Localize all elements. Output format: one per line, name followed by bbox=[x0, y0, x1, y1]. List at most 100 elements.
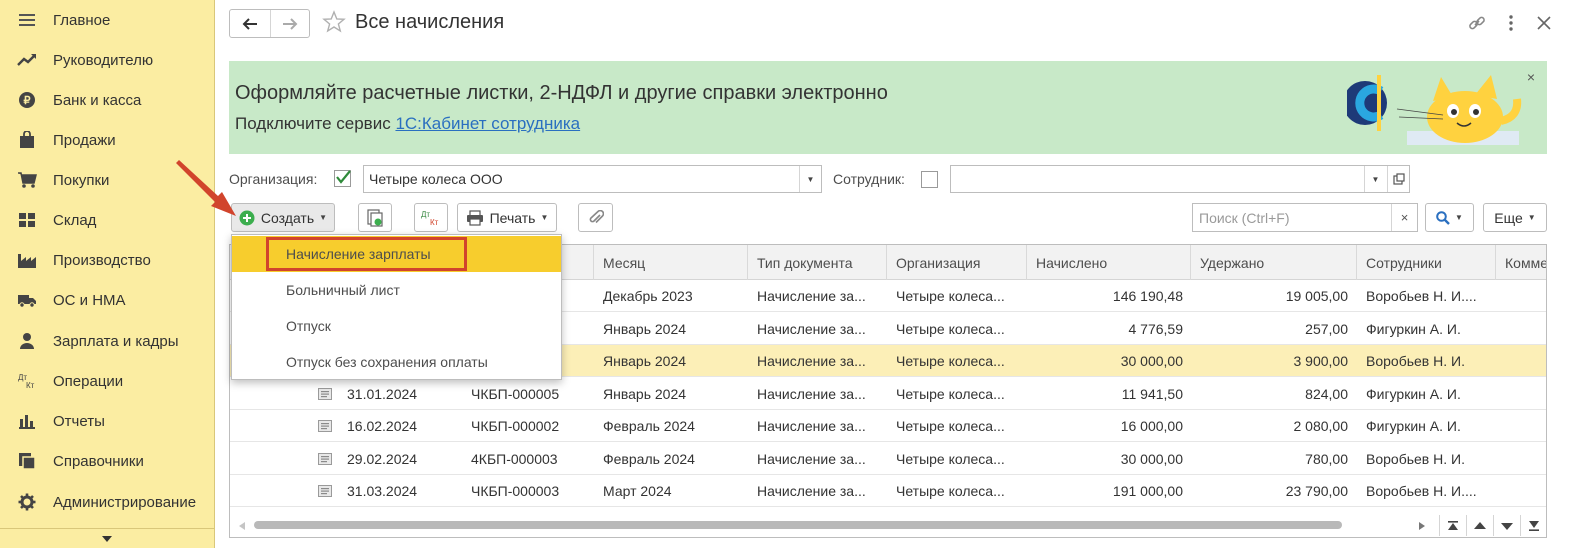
sidebar-item-catalogs[interactable]: Справочники bbox=[0, 441, 214, 481]
table-cell-date: 31.01.2024 bbox=[347, 385, 418, 402]
sidebar-item-admin[interactable]: Администрирование bbox=[0, 482, 214, 522]
chevron-down-icon bbox=[102, 535, 112, 542]
sidebar-item-sales[interactable]: Продажи bbox=[0, 120, 214, 160]
banner-close-button[interactable]: × bbox=[1527, 69, 1535, 85]
table-cell-withheld: 23 790,00 bbox=[1285, 483, 1348, 499]
bar-chart-icon bbox=[17, 411, 37, 431]
sidebar-item-bank[interactable]: ₽ Банк и касса bbox=[0, 80, 214, 120]
table-row[interactable]: 31.03.2024 ЧКБП-000003 Март 2024 Начисление… bbox=[230, 475, 1546, 507]
search-clear-button[interactable]: × bbox=[1391, 204, 1417, 231]
sidebar-item-warehouse[interactable]: Склад bbox=[0, 200, 214, 240]
column-header-accrued[interactable]: Начислено bbox=[1027, 245, 1191, 280]
column-header-withheld[interactable]: Удержано bbox=[1191, 245, 1357, 280]
table-cell-type: Начисление за... bbox=[757, 418, 866, 434]
attach-button[interactable] bbox=[578, 203, 613, 232]
sidebar-item-reports[interactable]: Отчеты bbox=[0, 401, 214, 441]
table-cell-month: Декабрь 2023 bbox=[603, 288, 693, 304]
more-button[interactable]: Еще ▼ bbox=[1483, 203, 1547, 232]
table-cell-date: 29.02.2024 bbox=[347, 450, 418, 467]
sidebar-item-label: Администрирование bbox=[53, 493, 197, 511]
table-cell-type: Начисление за... bbox=[757, 483, 866, 499]
table-cell-month: Март 2024 bbox=[603, 483, 672, 499]
table-row[interactable]: 29.02.2024 4КБП-000003 Февраль 2024 Начисле… bbox=[230, 443, 1546, 475]
table-cell-type: Начисление за... bbox=[757, 385, 866, 402]
sidebar-item-label: Отчеты bbox=[53, 412, 105, 430]
dt-kt-button[interactable]: Дт Кт bbox=[414, 203, 448, 232]
table-row[interactable]: 16.02.2024 ЧКБП-000002 Февраль 2024 Начисле… bbox=[230, 410, 1546, 442]
employee-filter-label: Сотрудник: bbox=[833, 171, 905, 187]
org-filter-checkbox[interactable] bbox=[334, 170, 351, 187]
employee-open-button[interactable] bbox=[1387, 166, 1409, 192]
sidebar-item-main[interactable]: Главное bbox=[0, 0, 214, 40]
table-cell-number: ЧКБП-000002 bbox=[471, 418, 560, 434]
scrollbar-thumb[interactable] bbox=[254, 521, 1342, 529]
menu-item-vacation[interactable]: Отпуск bbox=[232, 308, 561, 344]
column-header-organization[interactable]: Организация bbox=[887, 245, 1027, 280]
column-header-type[interactable]: Тип документа bbox=[748, 245, 887, 280]
column-header-comment[interactable]: Комме bbox=[1496, 245, 1546, 280]
org-select-value: Четыре колеса ООО bbox=[369, 171, 503, 187]
table-cell-org: Четыре колеса... bbox=[896, 320, 1005, 337]
table-row[interactable]: 31.01.2024 ЧКБП-000005 Январь 2024 Начислен… bbox=[230, 378, 1546, 410]
sidebar-item-purchases[interactable]: Покупки bbox=[0, 160, 214, 200]
close-icon[interactable] bbox=[1534, 13, 1554, 33]
sidebar-item-operations[interactable]: Дт Кт Операции bbox=[0, 361, 214, 401]
sidebar-item-label: Зарплата и кадры bbox=[53, 332, 179, 350]
table-cell-type: Начисление за... bbox=[757, 288, 866, 304]
print-button[interactable]: Печать ▼ bbox=[457, 203, 557, 232]
table-cell-date: 31.03.2024 bbox=[347, 483, 418, 499]
scroll-down-button[interactable] bbox=[1493, 515, 1520, 536]
sidebar-item-salary[interactable]: Зарплата и кадры bbox=[0, 321, 214, 361]
column-header-month[interactable]: Месяц bbox=[594, 245, 748, 280]
menu-item-sick-leave[interactable]: Больничный лист bbox=[232, 272, 561, 308]
sidebar-item-label: Покупки bbox=[53, 171, 110, 189]
sidebar-item-manager[interactable]: Руководителю bbox=[0, 40, 214, 80]
menu-item-salary-accrual[interactable]: Начисление зарплаты bbox=[232, 236, 561, 272]
table-cell-accrued: 11 941,50 bbox=[1121, 385, 1183, 402]
search-input[interactable]: Поиск (Ctrl+F) × bbox=[1192, 203, 1418, 232]
org-select-dropdown-button[interactable]: ▼ bbox=[799, 166, 821, 192]
scroll-first-button[interactable] bbox=[1439, 515, 1466, 536]
employee-filter-checkbox[interactable] bbox=[921, 171, 938, 188]
create-button-label: Создать bbox=[260, 209, 315, 226]
sidebar-item-production[interactable]: Производство bbox=[0, 240, 214, 280]
banner-link[interactable]: 1С:Кабинет сотрудника bbox=[395, 114, 580, 133]
menu-item-unpaid-leave[interactable]: Отпуск без сохранения оплаты bbox=[232, 344, 561, 380]
table-cell-accrued: 146 190,48 bbox=[1112, 288, 1183, 304]
table-cell-employees: Воробьев Н. И.... bbox=[1366, 288, 1477, 304]
plus-circle-icon bbox=[239, 210, 255, 225]
table-cell-date: 16.02.2024 bbox=[347, 418, 418, 434]
horizontal-scrollbar[interactable] bbox=[230, 515, 1546, 537]
scroll-right-icon[interactable] bbox=[1419, 522, 1425, 530]
link-icon[interactable] bbox=[1467, 13, 1487, 33]
banner-subtext: Подключите сервис 1С:Кабинет сотрудника bbox=[235, 114, 580, 134]
search-button[interactable]: ▼ bbox=[1425, 203, 1474, 232]
scroll-last-button[interactable] bbox=[1520, 515, 1546, 536]
more-vertical-icon[interactable] bbox=[1501, 13, 1521, 33]
back-button[interactable] bbox=[230, 10, 270, 37]
menu-item-label: Начисление зарплаты bbox=[286, 246, 431, 262]
org-select[interactable]: Четыре колеса ООО ▼ bbox=[363, 165, 822, 193]
create-button[interactable]: Создать ▼ bbox=[231, 203, 335, 232]
table-cell-withheld: 2 080,00 bbox=[1293, 418, 1349, 434]
column-header-employees[interactable]: Сотрудники bbox=[1357, 245, 1496, 280]
scroll-up-button[interactable] bbox=[1466, 515, 1493, 536]
employee-select[interactable]: ▼ bbox=[950, 165, 1410, 193]
books-icon bbox=[17, 451, 37, 471]
table-cell-withheld: 824,00 bbox=[1305, 385, 1348, 402]
chevron-down-icon: ▼ bbox=[1527, 213, 1536, 222]
sidebar-item-fixed-assets[interactable]: ОС и НМА bbox=[0, 280, 214, 320]
forward-button[interactable] bbox=[269, 10, 310, 37]
more-button-label: Еще bbox=[1494, 209, 1523, 226]
table-cell-accrued: 30 000,00 bbox=[1120, 353, 1183, 369]
scroll-left-icon[interactable] bbox=[239, 522, 245, 530]
sidebar-scroll-down-button[interactable] bbox=[0, 528, 214, 548]
bag-icon bbox=[17, 130, 37, 150]
sidebar-item-label: Банк и касса bbox=[53, 91, 142, 109]
favorite-star-icon[interactable] bbox=[322, 10, 346, 34]
cat-mascot-icon bbox=[1347, 75, 1522, 145]
checkmark-icon bbox=[336, 170, 351, 184]
employee-select-dropdown-button[interactable]: ▼ bbox=[1364, 166, 1386, 192]
app-window: Главное Руководителю ₽ Банк и касса Прод… bbox=[0, 0, 1576, 548]
copy-document-button[interactable] bbox=[358, 203, 392, 232]
